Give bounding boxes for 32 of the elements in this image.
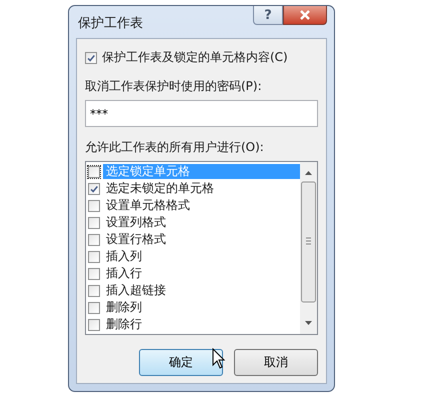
list-item[interactable]: 插入超链接: [103, 283, 169, 298]
list-item[interactable]: 设置行格式: [103, 232, 169, 247]
list-item[interactable]: 设置列格式: [103, 215, 169, 230]
password-field[interactable]: ***: [85, 100, 318, 127]
checkbox[interactable]: [88, 182, 100, 194]
list-item[interactable]: 删除行: [103, 317, 145, 332]
cursor-icon: [212, 348, 226, 370]
cancel-button[interactable]: 取消: [234, 349, 318, 376]
checkbox-label: 保护工作表及锁定的单元格内容(C): [102, 49, 288, 66]
list-item[interactable]: 选定未锁定的单元格: [103, 181, 217, 196]
list-item[interactable]: 插入列: [103, 249, 145, 264]
list-item[interactable]: 插入行: [103, 266, 145, 281]
password-label: 取消工作表保护时使用的密码(P):: [85, 78, 263, 95]
checkbox[interactable]: [88, 284, 100, 296]
checkbox[interactable]: [88, 250, 100, 262]
scrollbar[interactable]: [300, 162, 317, 334]
close-icon: [298, 9, 312, 21]
checkbox[interactable]: [88, 216, 100, 228]
checkbox[interactable]: [88, 318, 100, 330]
checkbox[interactable]: [88, 234, 100, 246]
ok-button[interactable]: 确定: [139, 349, 223, 376]
help-button[interactable]: ?: [253, 6, 283, 25]
permissions-label: 允许此工作表的所有用户进行(O):: [85, 139, 265, 156]
checkbox[interactable]: [85, 52, 97, 64]
close-button[interactable]: [283, 6, 327, 25]
checkbox[interactable]: [88, 166, 100, 178]
checkbox[interactable]: [88, 268, 100, 280]
window-title: 保护工作表: [77, 15, 144, 32]
list-item[interactable]: 删除列: [103, 300, 145, 315]
checkbox[interactable]: [88, 200, 100, 212]
list-item[interactable]: 设置单元格格式: [103, 198, 193, 213]
checkbox[interactable]: [88, 302, 100, 314]
